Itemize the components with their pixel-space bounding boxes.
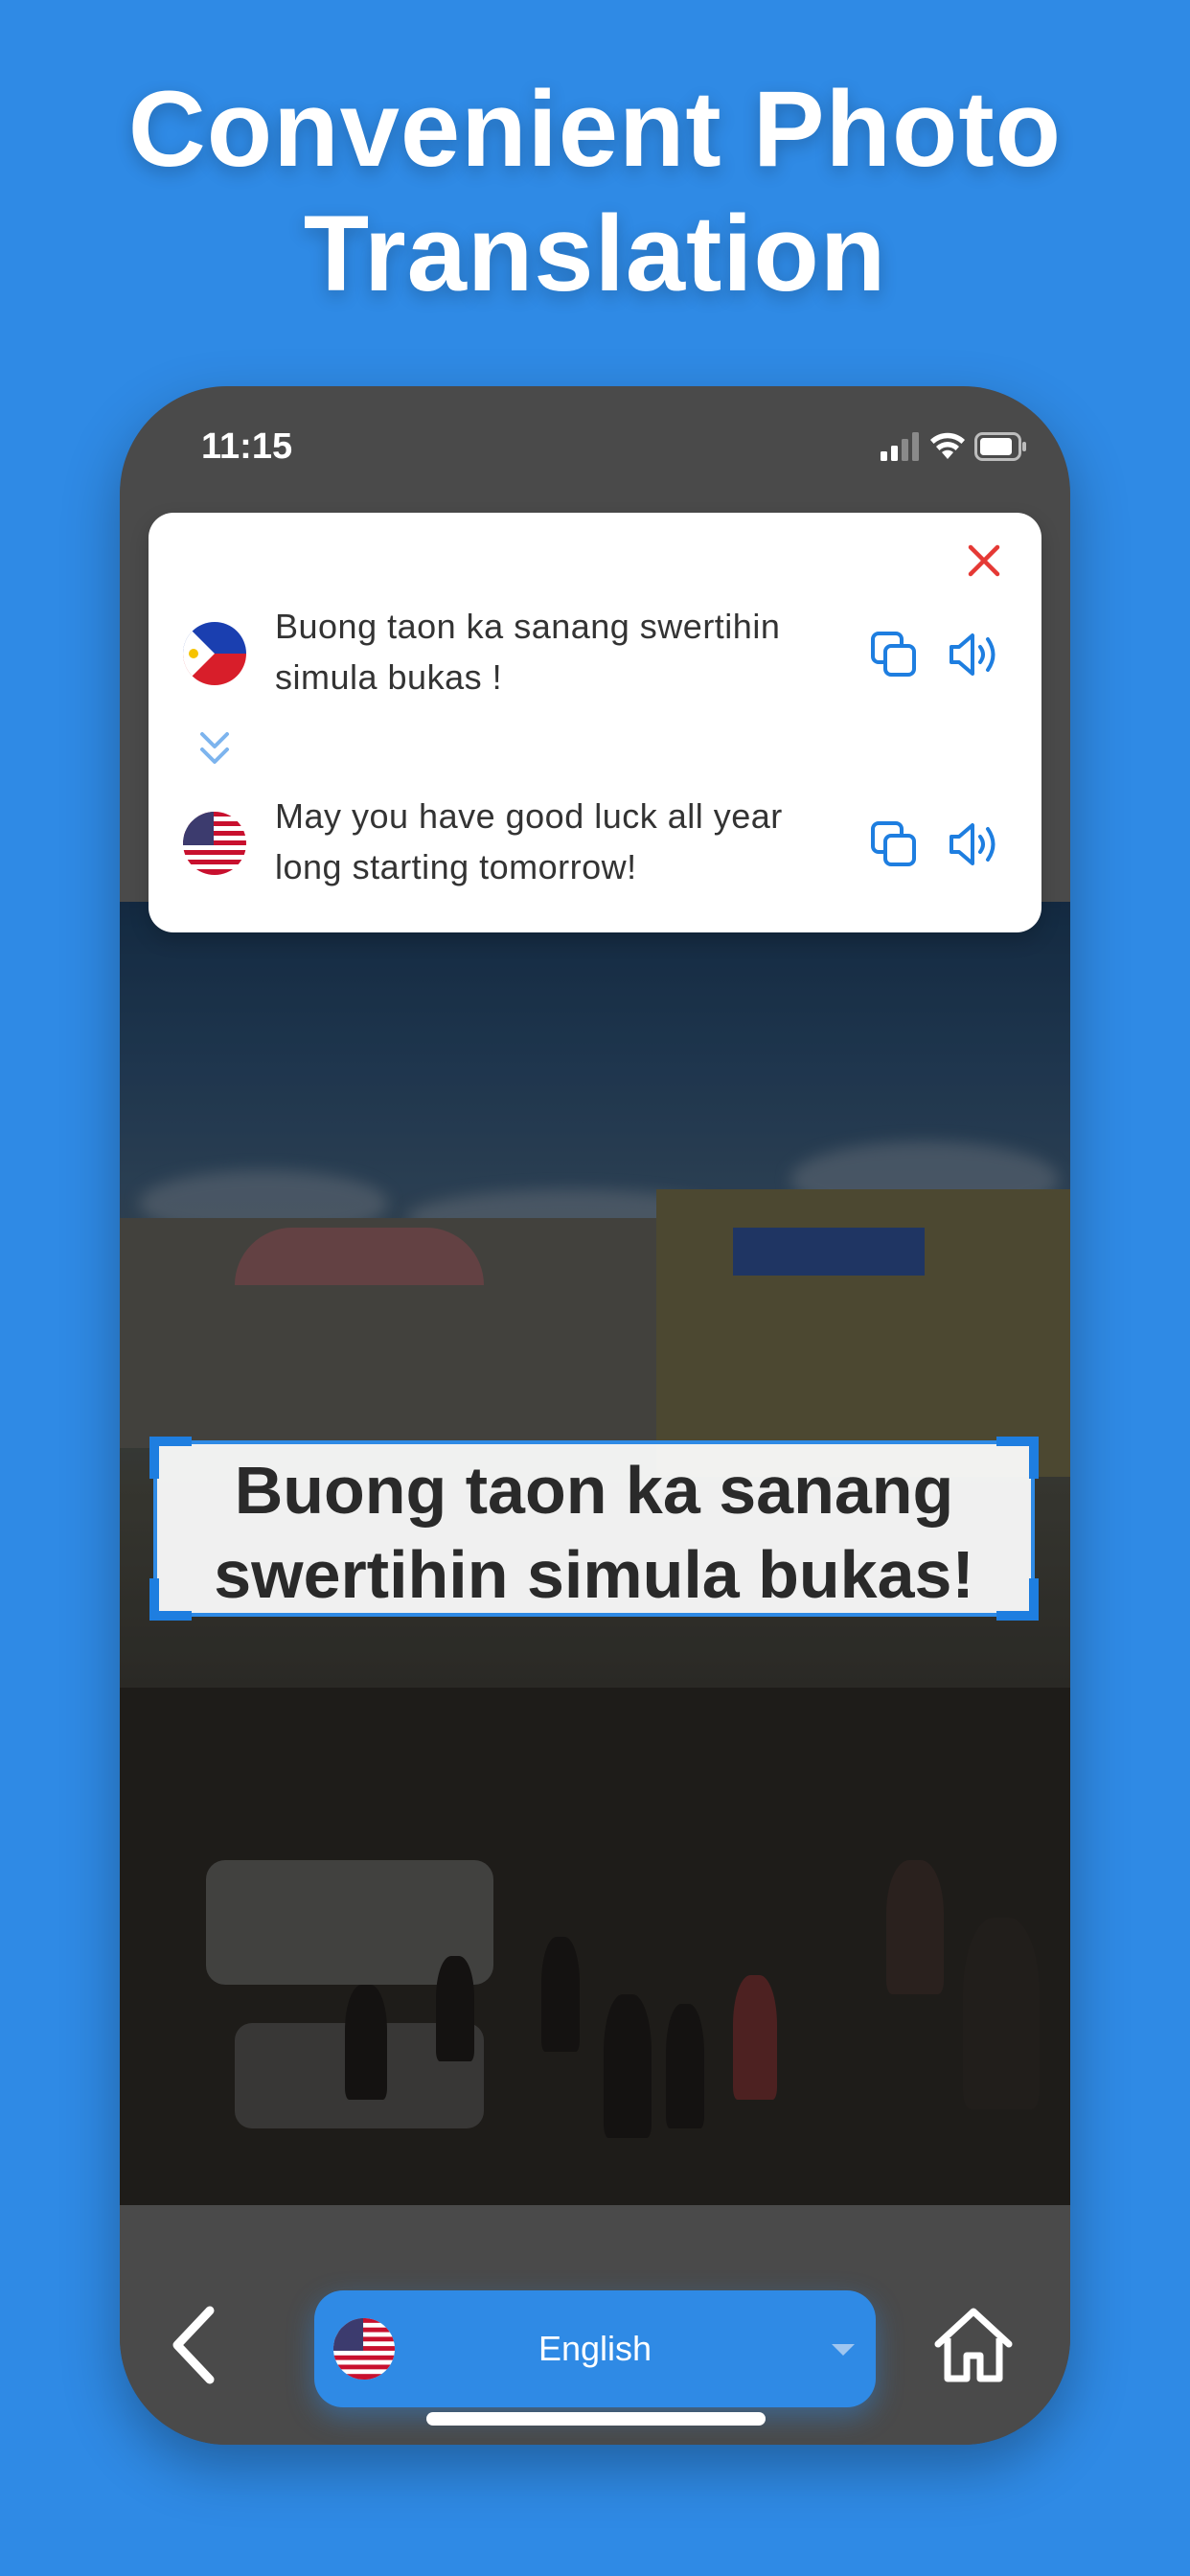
home-icon (934, 2308, 1013, 2382)
wifi-icon (928, 428, 967, 461)
speaker-icon (950, 823, 995, 865)
ocr-selection-box[interactable]: Buong taon ka sanang swertihin simula bu… (149, 1437, 1039, 1621)
language-selector[interactable]: English (314, 2290, 876, 2407)
chevrons-down-icon (196, 728, 233, 770)
speak-source-button[interactable] (946, 628, 1003, 681)
status-time: 11:15 (201, 426, 293, 467)
philippines-flag-icon (183, 622, 246, 685)
us-flag-icon (183, 812, 246, 875)
camera-photo: Buong taon ka sanang swertihin simula bu… (120, 902, 1070, 2205)
promo-headline: Convenient Photo Translation (0, 67, 1190, 316)
close-button[interactable] (963, 540, 1005, 582)
headline-line-2: Translation (303, 194, 887, 313)
language-label: English (538, 2329, 652, 2368)
recognized-text: Buong taon ka sanang swertihin simula bu… (214, 1453, 974, 1612)
speaker-icon (950, 633, 995, 676)
chevron-left-icon (172, 2306, 215, 2384)
copy-icon (871, 821, 916, 866)
home-button[interactable] (932, 2306, 1015, 2384)
back-button[interactable] (160, 2303, 229, 2387)
close-icon (968, 544, 1000, 577)
home-indicator[interactable] (426, 2412, 766, 2426)
source-text: Buong taon ka sanang swertihin simula bu… (275, 607, 781, 697)
copy-icon (871, 632, 916, 677)
caret-down-icon (830, 2342, 857, 2358)
source-translation-row: Buong taon ka sanang swertihin simula bu… (149, 601, 1041, 706)
headline-line-1: Convenient Photo (127, 69, 1063, 189)
battery-icon (974, 432, 1028, 461)
translation-card: Buong taon ka sanang swertihin simula bu… (149, 513, 1041, 932)
copy-target-button[interactable] (869, 819, 919, 869)
copy-source-button[interactable] (869, 630, 919, 679)
phone-frame: 11:15 Buong taon ka sanang swertihin sim… (120, 386, 1070, 2445)
target-translation-row: May you have good luck all year long sta… (149, 791, 1041, 896)
target-text: May you have good luck all year long sta… (275, 796, 783, 886)
speak-target-button[interactable] (946, 817, 1003, 871)
signal-icon (881, 432, 923, 461)
